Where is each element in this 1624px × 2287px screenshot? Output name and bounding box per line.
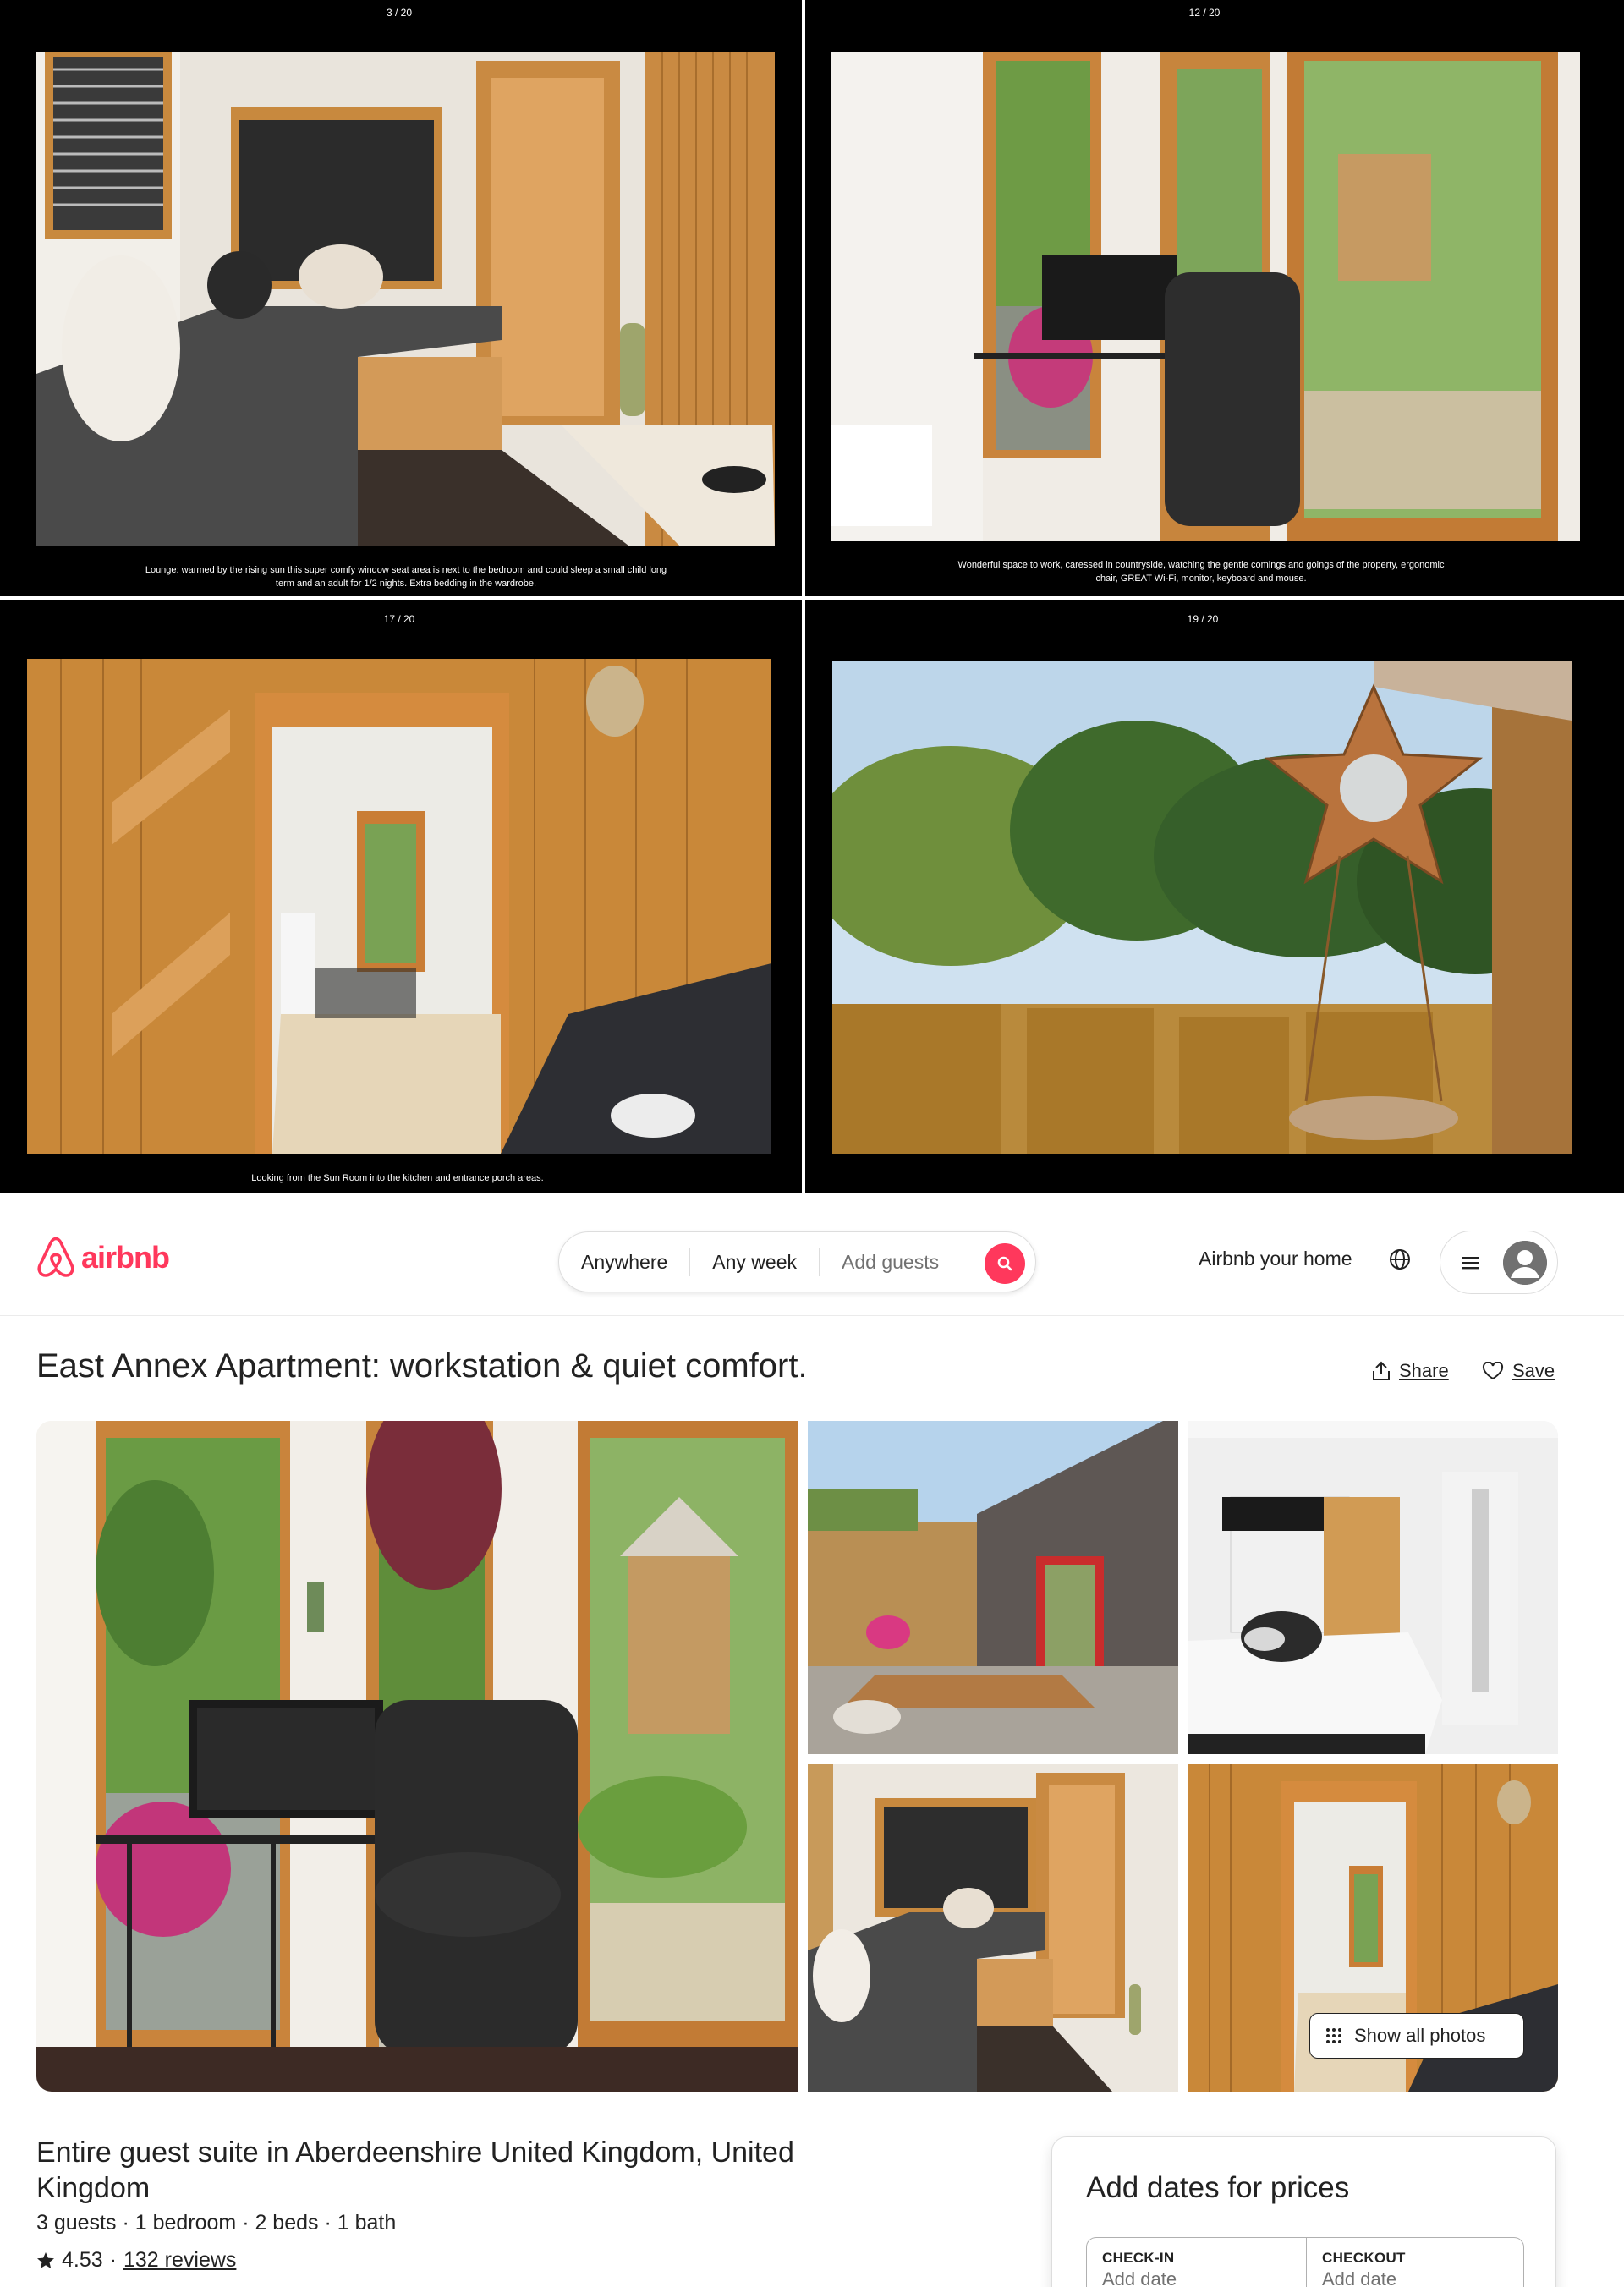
photo-caption: Looking from the Sun Room into the kitch…: [251, 1173, 544, 1183]
gallery-photo-bedroom[interactable]: [1188, 1421, 1558, 1754]
rating-separator: ·: [109, 2248, 117, 2272]
heart-icon: [1482, 1362, 1504, 1380]
bedroom-photo-image: [1188, 1421, 1558, 1754]
share-label: Share: [1399, 1360, 1449, 1381]
airbnb-logo-icon: [37, 1237, 74, 1277]
share-button[interactable]: Share: [1372, 1360, 1449, 1382]
photo-workspace[interactable]: [831, 52, 1580, 541]
photo-lightbox: 3 / 20 Lounge: warmed by the rising sun …: [0, 0, 1624, 1193]
search-add-guests[interactable]: Add guests: [820, 1248, 961, 1276]
grid-dots-icon: [1326, 2028, 1341, 2043]
airbnb-logo[interactable]: airbnb: [36, 1236, 170, 1280]
reviews-link[interactable]: 132 reviews: [123, 2248, 236, 2273]
host-link[interactable]: Airbnb your home: [1199, 1248, 1352, 1270]
garden-room-photo-image: [808, 1421, 1178, 1754]
checkin-label: CHECK-IN: [1102, 2250, 1175, 2266]
logo-wordmark: airbnb: [81, 1240, 170, 1275]
photo-lounge[interactable]: [36, 52, 775, 546]
gallery-photo-lounge[interactable]: [808, 1764, 1178, 2092]
photo-caption: Wonderful space to work, caressed in cou…: [957, 560, 1445, 584]
globe-icon[interactable]: [1387, 1247, 1413, 1272]
save-button[interactable]: Save: [1482, 1360, 1555, 1382]
lounge-photo-image: [36, 52, 775, 546]
search-any-week[interactable]: Any week: [690, 1248, 820, 1276]
rating-value: 4.53: [62, 2248, 103, 2272]
avatar: [1503, 1240, 1547, 1285]
star-icon: [37, 2251, 54, 2268]
photo-counter: 17 / 20: [383, 613, 415, 625]
photo-counter: 3 / 20: [386, 7, 413, 19]
site-header: airbnb Anywhere Any week Add guests Airb…: [0, 1193, 1624, 1316]
listing-details: 3 guests · 1 bedroom · 2 beds · 1 bath: [36, 2211, 397, 2235]
gallery-main-photo[interactable]: [36, 1421, 798, 2092]
checkin-value: Add date: [1102, 2268, 1177, 2287]
main-photo-image: [36, 1421, 798, 2092]
photo-gallery: [36, 1421, 1558, 2092]
workspace-photo-image: [831, 52, 1580, 541]
listing-title: East Annex Apartment: workstation & quie…: [36, 1347, 808, 1385]
hamburger-menu-icon: [1462, 1256, 1479, 1269]
checkin-field[interactable]: CHECK-IN Add date: [1087, 2238, 1306, 2287]
photo-counter: 19 / 20: [1187, 613, 1219, 625]
user-avatar-icon: [1503, 1240, 1547, 1285]
search-button[interactable]: [985, 1243, 1025, 1284]
checkout-field[interactable]: CHECKOUT Add date: [1306, 2238, 1525, 2287]
lightbox-divider-horizontal: [0, 596, 1624, 600]
booking-heading: Add dates for prices: [1086, 2171, 1350, 2204]
listing-type-location: Entire guest suite in Aberdeenshire Unit…: [36, 2136, 794, 2204]
photo-garden-star[interactable]: [832, 661, 1572, 1154]
checkout-label: CHECKOUT: [1322, 2250, 1406, 2266]
search-anywhere[interactable]: Anywhere: [559, 1248, 691, 1276]
photo-counter: 12 / 20: [1188, 7, 1221, 19]
garden-star-photo-image: [832, 661, 1572, 1154]
photo-caption: Lounge: warmed by the rising sun this su…: [145, 565, 667, 589]
user-menu-button[interactable]: [1440, 1231, 1558, 1294]
save-label: Save: [1512, 1360, 1555, 1381]
show-all-photos-label: Show all photos: [1354, 2025, 1486, 2046]
lounge-thumbnail-image: [808, 1764, 1178, 2092]
search-bar[interactable]: Anywhere Any week Add guests: [558, 1231, 1036, 1292]
share-icon: [1373, 1361, 1390, 1380]
booking-card: Add dates for prices CHECK-IN Add date C…: [1051, 2136, 1556, 2287]
search-icon: [997, 1256, 1012, 1271]
show-all-photos-button[interactable]: Show all photos: [1309, 2013, 1524, 2059]
kitchen-view-photo-image: [27, 659, 771, 1154]
rating-row: 4.53 · 132 reviews: [36, 2248, 236, 2273]
photo-kitchen-view[interactable]: [27, 659, 771, 1154]
checkout-value: Add date: [1322, 2268, 1397, 2287]
gallery-photo-garden-room[interactable]: [808, 1421, 1178, 1754]
date-picker[interactable]: CHECK-IN Add date CHECKOUT Add date: [1086, 2237, 1524, 2287]
